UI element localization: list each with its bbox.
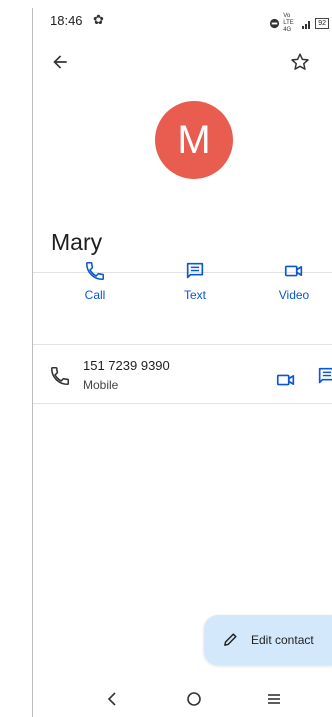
- video-label: Video: [278, 288, 310, 302]
- signal-icon: [302, 20, 311, 29]
- pencil-icon: [224, 633, 237, 646]
- divider-middle: [33, 344, 332, 345]
- status-bar: 18:46 ✿ Vo LTE 4G 92: [33, 8, 332, 34]
- edit-contact-button[interactable]: Edit contact: [204, 615, 332, 665]
- phone-number[interactable]: 151 7239 9390: [83, 358, 170, 373]
- call-label: Call: [84, 288, 106, 302]
- video-action-button[interactable]: Video: [259, 260, 329, 302]
- home-nav-icon[interactable]: [184, 689, 204, 709]
- dnd-icon: [270, 18, 280, 29]
- left-margin: [0, 0, 32, 717]
- gear-icon: ✿: [93, 12, 104, 27]
- menu-nav-icon[interactable]: [264, 689, 284, 709]
- message-icon[interactable]: [316, 365, 332, 387]
- back-arrow-icon[interactable]: [50, 52, 70, 72]
- video-icon: [284, 265, 303, 277]
- message-icon: [186, 262, 204, 279]
- avatar: M: [155, 101, 233, 179]
- phone-type: Mobile: [83, 378, 119, 392]
- battery-indicator: 92: [315, 18, 329, 29]
- video-call-icon[interactable]: [275, 369, 297, 391]
- divider-bottom: [33, 403, 332, 404]
- avatar-initial: M: [177, 117, 211, 162]
- text-action-button[interactable]: Text: [160, 260, 230, 302]
- status-icons: Vo LTE 4G 92: [269, 13, 329, 34]
- star-icon[interactable]: [289, 51, 311, 73]
- text-label: Text: [183, 288, 206, 302]
- navigation-bar: [33, 681, 332, 717]
- phone-icon: [50, 366, 70, 386]
- network-label: Vo LTE 4G: [283, 13, 294, 33]
- back-nav-icon[interactable]: [103, 689, 123, 709]
- phone-screen: 18:46 ✿ Vo LTE 4G 92 M Mary Call Text Vi…: [32, 8, 332, 717]
- status-time: 18:46: [50, 13, 83, 28]
- phone-icon: [85, 261, 105, 281]
- contact-name: Mary: [51, 229, 103, 255]
- call-action-button[interactable]: Call: [60, 260, 130, 302]
- edit-contact-label: Edit contact: [251, 633, 314, 647]
